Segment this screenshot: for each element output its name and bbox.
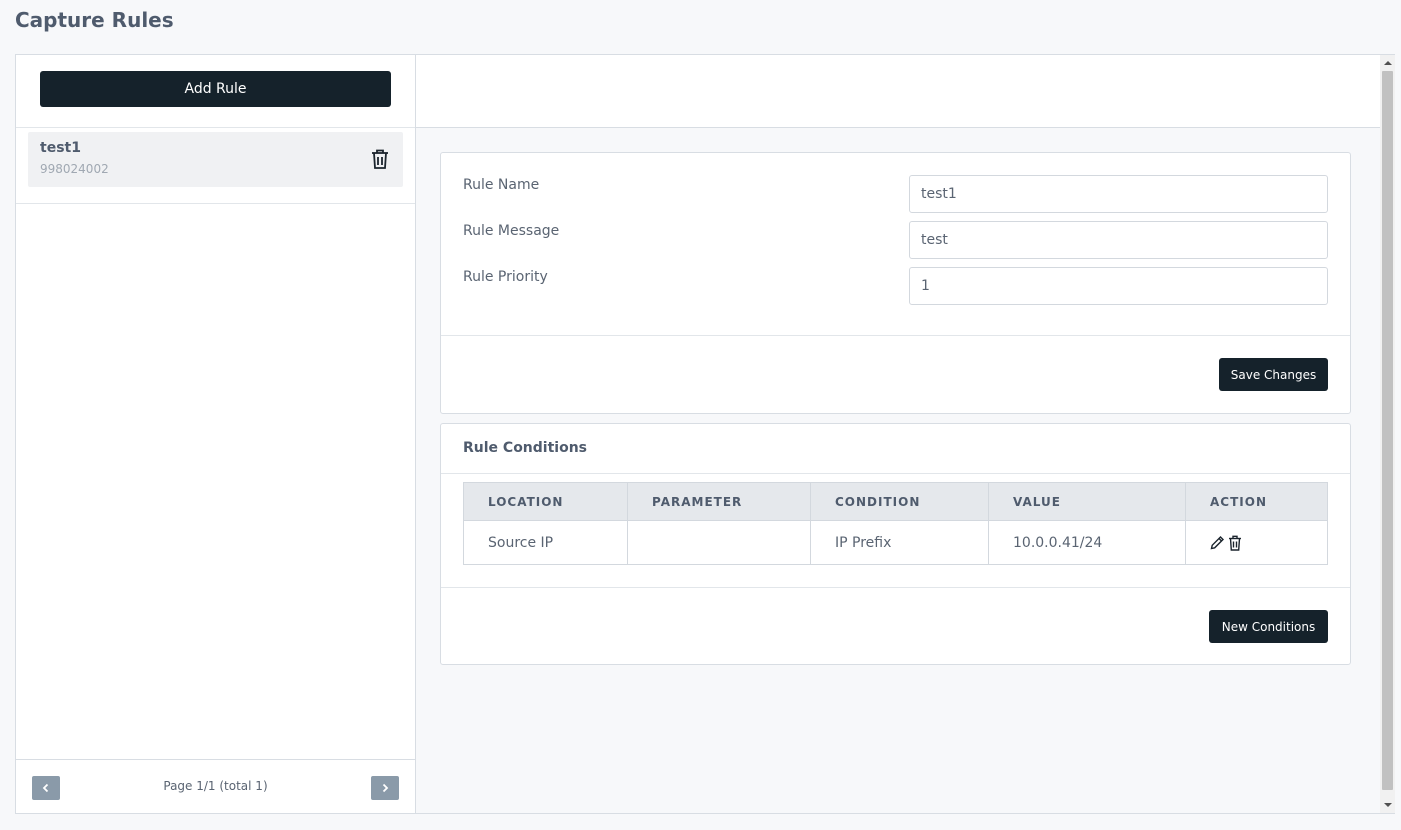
rule-name-label: Rule Name <box>463 177 540 193</box>
pencil-icon[interactable] <box>1210 535 1225 550</box>
save-changes-button[interactable]: Save Changes <box>1219 358 1328 391</box>
column-header-parameter: PARAMETER <box>627 482 811 521</box>
divider <box>16 127 415 128</box>
new-conditions-button[interactable]: New Conditions <box>1209 610 1328 643</box>
conditions-title: Rule Conditions <box>463 440 588 456</box>
column-header-value: VALUE <box>988 482 1186 521</box>
pager-next-button[interactable] <box>371 776 399 800</box>
scroll-down-arrow-icon[interactable] <box>1380 798 1395 812</box>
chevron-right-icon <box>380 783 390 793</box>
rule-list-panel: Add Rule test1 998024002 Page 1/1 (total… <box>16 55 416 813</box>
conditions-table: LOCATION PARAMETER CONDITION VALUE ACTIO… <box>463 482 1328 565</box>
rule-priority-label: Rule Priority <box>463 269 548 285</box>
rule-message-label: Rule Message <box>463 223 560 239</box>
rule-detail-panel: Rule Name Rule Message Rule Priority Sav… <box>416 55 1380 813</box>
pager-text: Page 1/1 (total 1) <box>163 779 268 793</box>
divider <box>16 759 415 760</box>
rule-conditions-card: Rule Conditions LOCATION PARAMETER CONDI… <box>440 423 1351 665</box>
column-header-condition: CONDITION <box>810 482 989 521</box>
cell-value: 10.0.0.41/24 <box>988 520 1186 565</box>
divider <box>441 335 1350 336</box>
rule-form-card: Rule Name Rule Message Rule Priority Sav… <box>440 152 1351 414</box>
divider <box>16 203 415 204</box>
cell-action <box>1185 520 1328 565</box>
detail-header <box>416 55 1380 128</box>
column-header-action: ACTION <box>1185 482 1328 521</box>
scroll-up-arrow-icon[interactable] <box>1380 56 1395 70</box>
cell-parameter <box>627 520 811 565</box>
table-row: Source IP IP Prefix 10.0.0.41/24 <box>463 520 1328 565</box>
add-rule-button[interactable]: Add Rule <box>40 71 391 107</box>
scrollbar[interactable] <box>1380 55 1395 813</box>
divider <box>441 473 1350 474</box>
rule-priority-input[interactable] <box>909 267 1328 305</box>
cell-condition: IP Prefix <box>810 520 989 565</box>
cell-location: Source IP <box>463 520 628 565</box>
column-header-location: LOCATION <box>463 482 628 521</box>
rule-item-name: test1 <box>40 140 81 156</box>
rule-message-input[interactable] <box>909 221 1328 259</box>
rule-list-item[interactable]: test1 998024002 <box>28 132 403 187</box>
rule-item-id: 998024002 <box>40 162 109 176</box>
main-frame: Add Rule test1 998024002 Page 1/1 (total… <box>15 54 1395 814</box>
rule-name-input[interactable] <box>909 175 1328 213</box>
divider <box>441 587 1350 588</box>
table-header-row: LOCATION PARAMETER CONDITION VALUE ACTIO… <box>463 482 1328 521</box>
trash-icon[interactable] <box>371 149 389 169</box>
trash-icon[interactable] <box>1228 535 1242 551</box>
page-title: Capture Rules <box>15 8 174 32</box>
scrollbar-thumb[interactable] <box>1382 71 1393 790</box>
